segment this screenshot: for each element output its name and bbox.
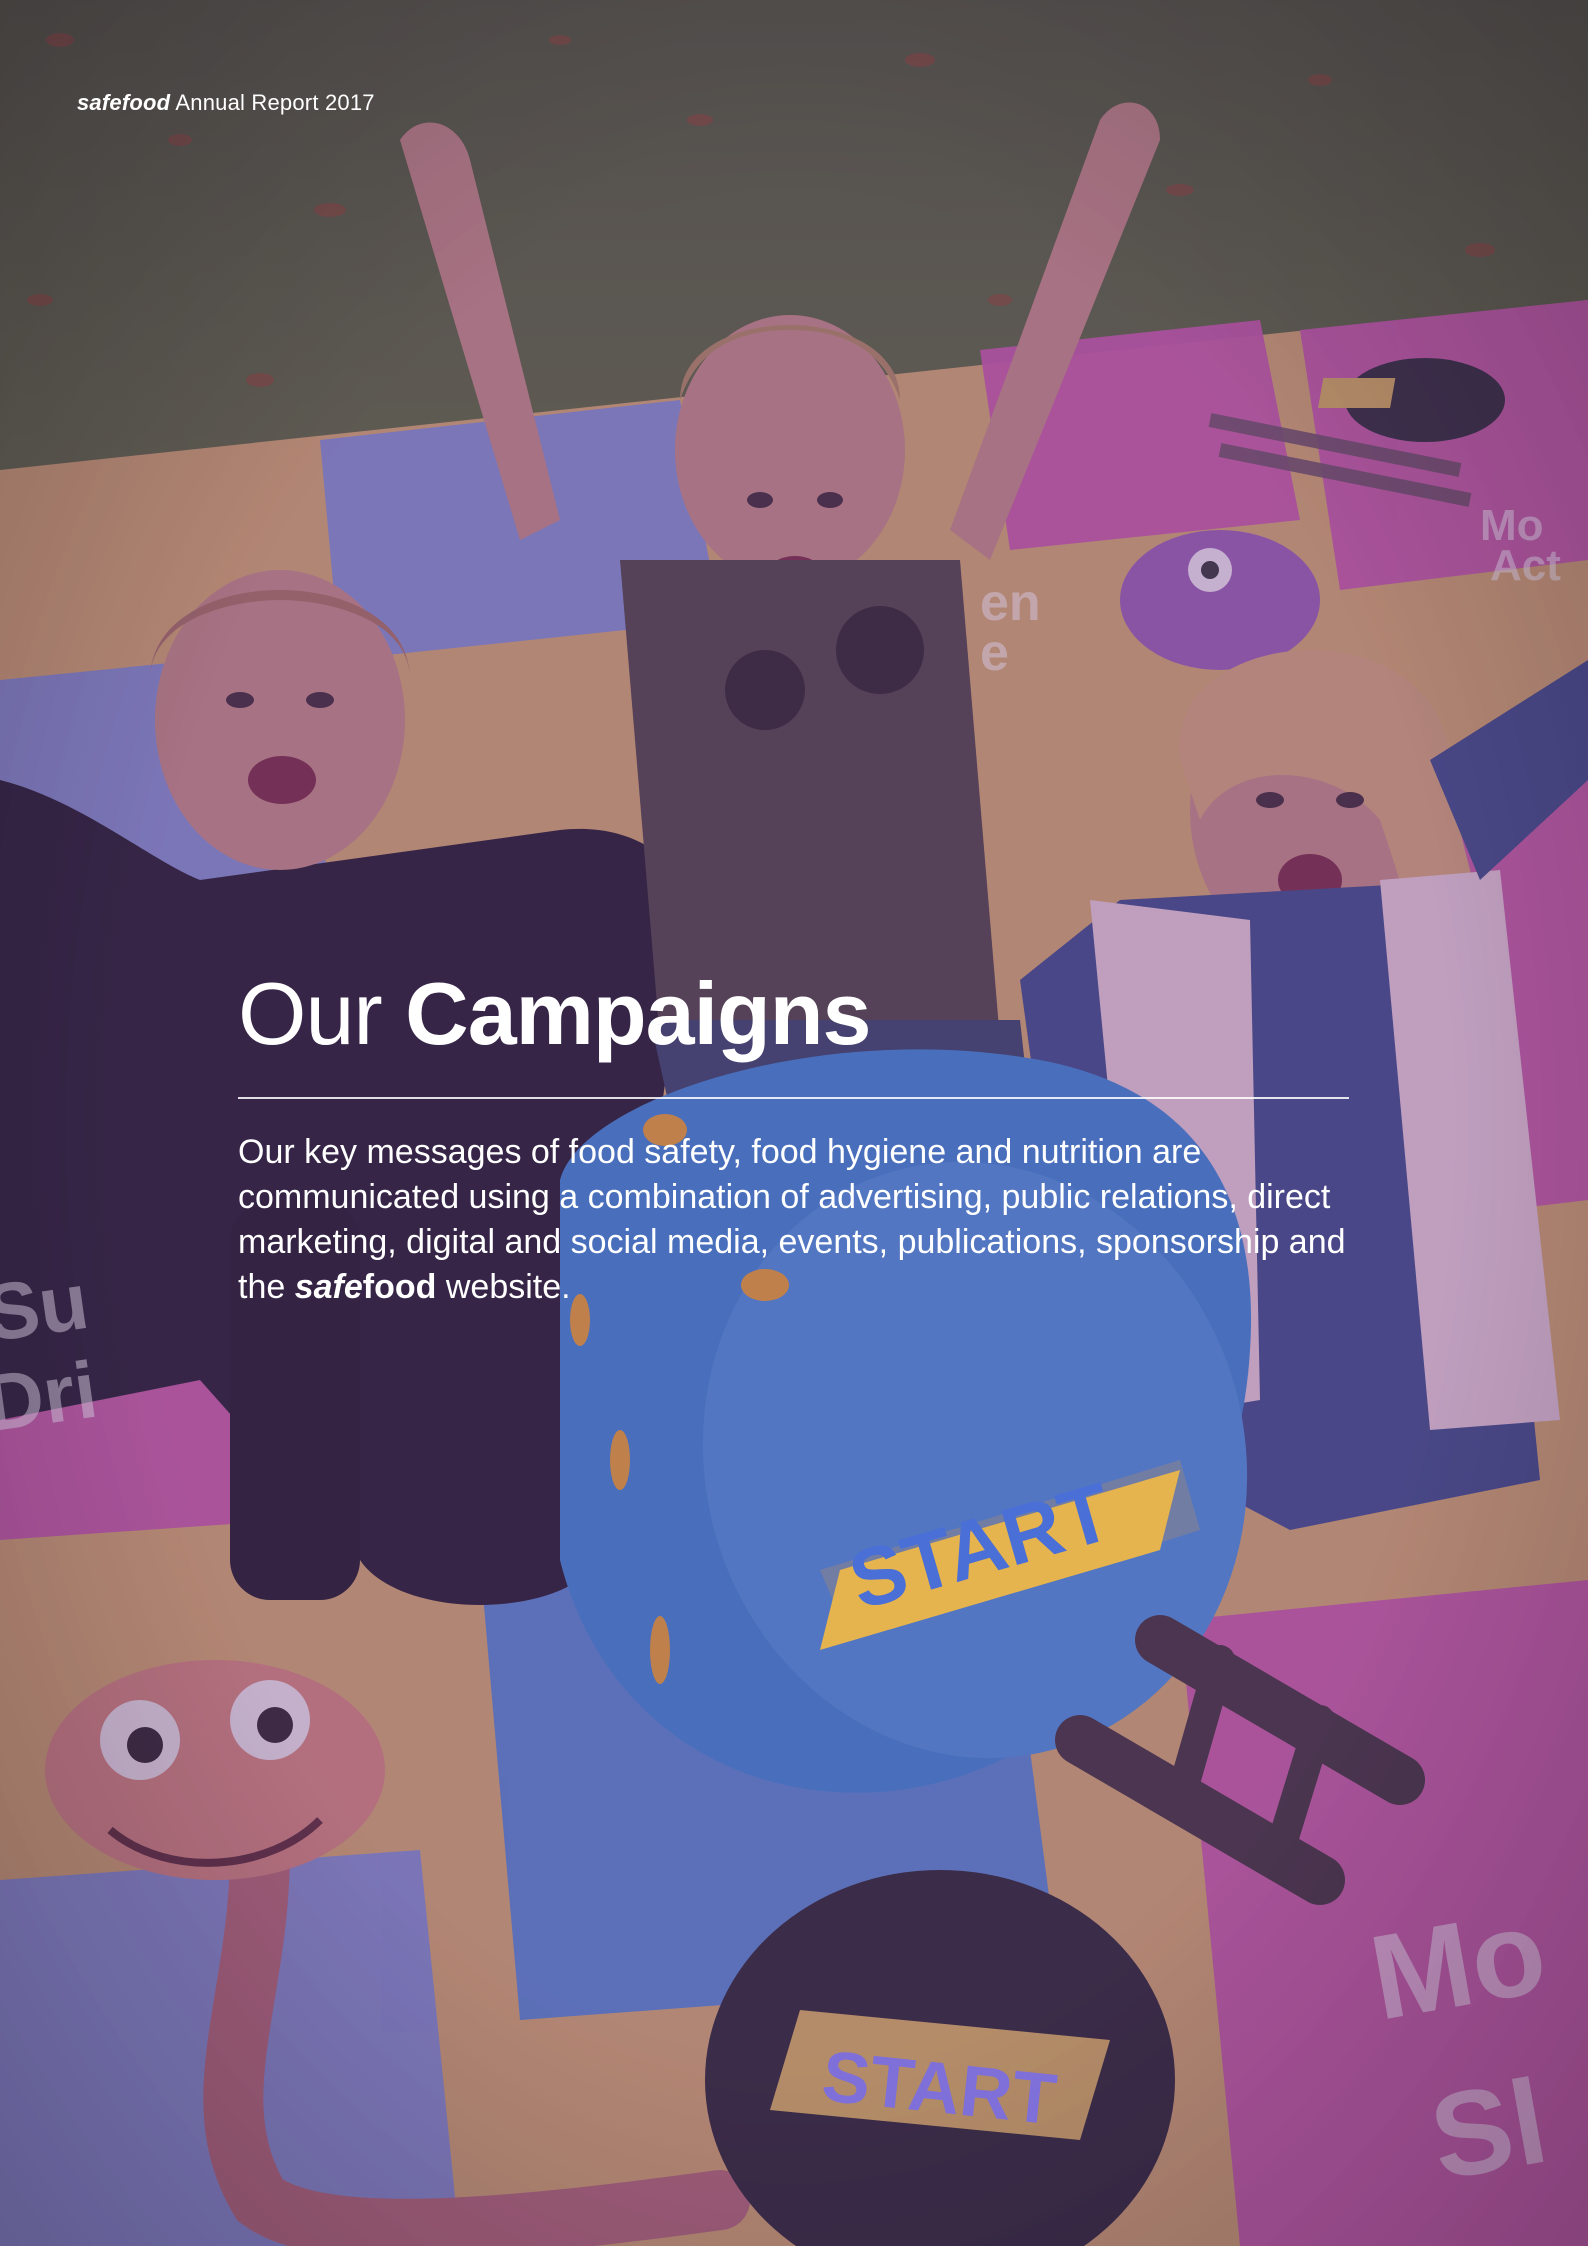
mat-start-label: START	[818, 2036, 1060, 2140]
title-bold: Campaigns	[405, 964, 871, 1063]
header-report-label: Annual Report 2017	[175, 90, 375, 115]
running-header: safefood Annual Report 2017	[77, 90, 375, 116]
background-photo: Mo Sl Mo Act Su Dri en e	[0, 0, 1588, 2246]
header-brand: safefood	[77, 90, 171, 115]
dice-start-label: START	[820, 1466, 1180, 1650]
intro-text-end: website.	[445, 1268, 571, 1306]
intro-brand-food: food	[362, 1268, 437, 1306]
mat-start-text: START	[818, 2036, 1060, 2140]
intro-brand-safe: safe	[294, 1268, 363, 1306]
title-divider	[238, 1097, 1349, 1099]
dice-start-text: START	[840, 1466, 1122, 1627]
intro-brand: safefood	[295, 1268, 437, 1306]
title-light: Our	[238, 964, 383, 1063]
section-title: Our Campaigns	[238, 970, 872, 1058]
intro-paragraph: Our key messages of food safety, food hy…	[238, 1130, 1368, 1310]
